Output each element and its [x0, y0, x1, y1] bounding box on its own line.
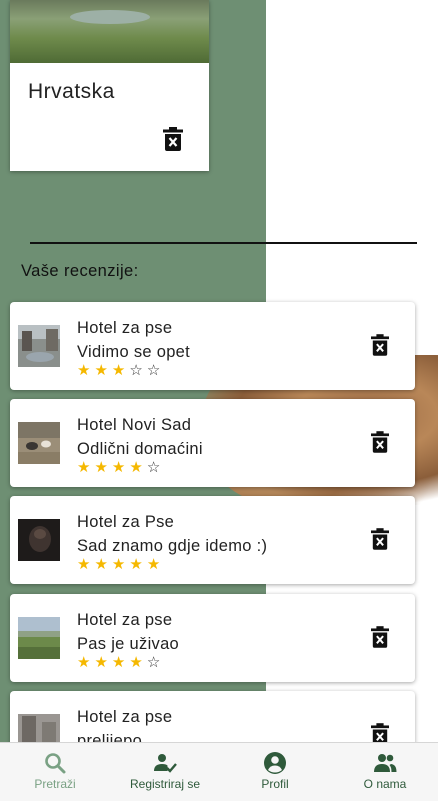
nav-item-register[interactable]: Registriraj se [110, 743, 220, 801]
nav-label-about: O nama [363, 777, 407, 791]
delete-review-icon[interactable] [371, 431, 389, 453]
review-thumbnail [18, 422, 60, 464]
star-rating: ★★★☆☆ [77, 362, 165, 379]
nav-label-register: Registriraj se [129, 777, 201, 791]
review-hotel-name: Hotel za pse [77, 319, 173, 337]
star-rating: ★★★★★ [77, 556, 165, 573]
destination-photo [10, 0, 209, 63]
nav-item-about[interactable]: O nama [330, 743, 438, 801]
review-card[interactable]: Hotel Novi Sad Odlični domaćini ★★★★☆ [10, 399, 415, 487]
nav-label-search: Pretraži [34, 777, 76, 791]
delete-review-icon[interactable] [371, 334, 389, 356]
review-hotel-name: Hotel za Pse [77, 513, 175, 531]
delete-review-icon[interactable] [371, 528, 389, 550]
star-rating: ★★★★☆ [77, 459, 165, 476]
group-icon [374, 754, 397, 772]
destination-card[interactable]: Hrvatska [10, 0, 209, 171]
review-card[interactable]: Hotel za pse Pas je uživao ★★★★☆ [10, 594, 415, 682]
account-circle-icon [264, 752, 286, 774]
review-hotel-name: Hotel za pse [77, 708, 173, 726]
review-hotel-name: Hotel za pse [77, 611, 173, 629]
star-rating: ★★★★☆ [77, 654, 165, 671]
nav-item-profile[interactable]: Profil [220, 743, 330, 801]
destination-name: Hrvatska [28, 80, 115, 103]
review-hotel-name: Hotel Novi Sad [77, 416, 192, 434]
nav-label-profile: Profil [261, 777, 289, 791]
review-thumbnail [18, 519, 60, 561]
review-thumbnail [18, 617, 60, 659]
delete-review-icon[interactable] [371, 626, 389, 648]
section-divider [30, 242, 417, 244]
person-check-icon [154, 754, 177, 773]
review-card[interactable]: Hotel za pse Vidimo se opet ★★★☆☆ [10, 302, 415, 390]
review-thumbnail [18, 325, 60, 367]
reviews-section-title: Vaše recenzije: [21, 262, 139, 280]
nav-item-search[interactable]: Pretraži [0, 743, 110, 801]
review-card[interactable]: Hotel za Pse Sad znamo gdje idemo :) ★★★… [10, 496, 415, 584]
bottom-navigation: Pretraži Registriraj se Profil O nama [0, 742, 438, 801]
delete-destination-icon[interactable] [163, 127, 183, 151]
search-icon [45, 753, 66, 774]
